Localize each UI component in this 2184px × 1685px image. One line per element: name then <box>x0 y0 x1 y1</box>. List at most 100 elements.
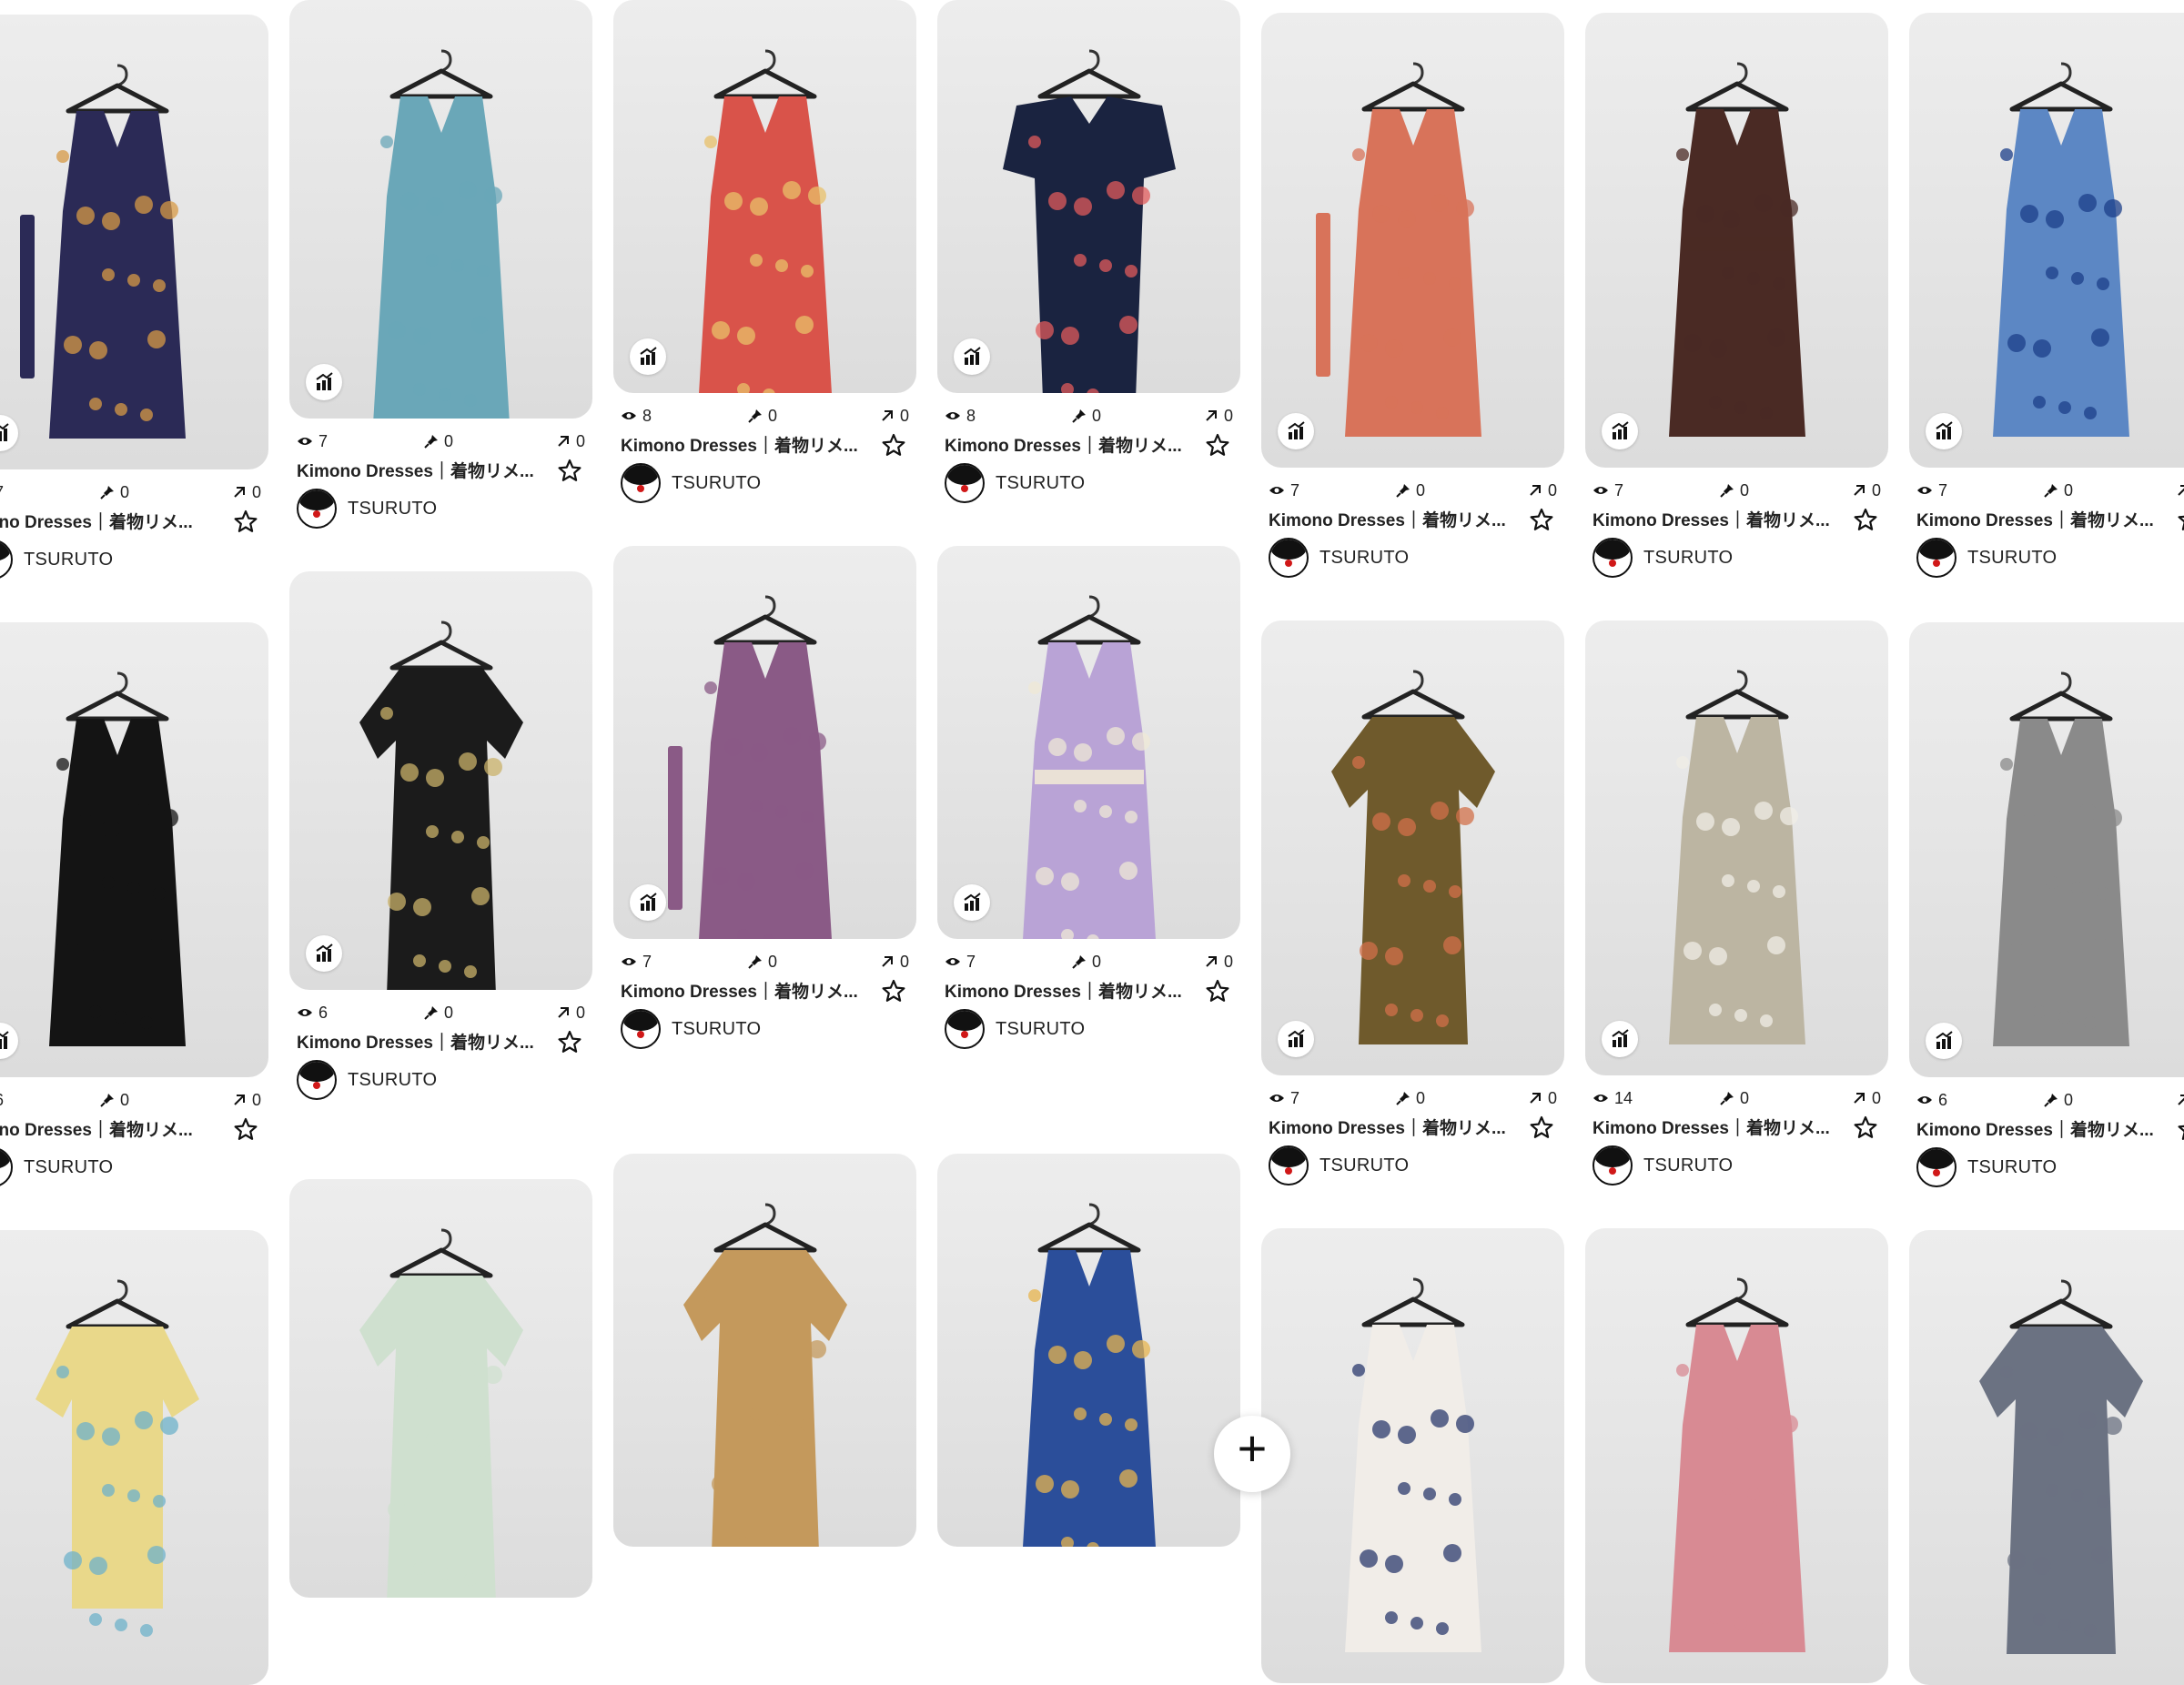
pin-author-row[interactable]: TSURUTO <box>621 462 909 504</box>
pin-image[interactable] <box>1585 621 1888 1075</box>
author-name[interactable]: TSURUTO <box>996 473 1085 494</box>
pin-image[interactable] <box>289 1179 592 1598</box>
pin-image[interactable] <box>1261 1228 1564 1683</box>
author-name[interactable]: TSURUTO <box>24 550 113 570</box>
pin-author-row[interactable]: TSURUTO <box>1592 1145 1881 1186</box>
pin-title[interactable]: Kimono Dresses｜着物リメ... <box>621 432 875 457</box>
avatar[interactable] <box>0 1147 13 1187</box>
pin-author-row[interactable]: TSURUTO <box>1269 1145 1557 1186</box>
star-icon[interactable] <box>882 979 905 1003</box>
avatar[interactable] <box>1916 1147 1956 1187</box>
avatar[interactable] <box>621 463 661 503</box>
pin-author-row[interactable]: TSURUTO <box>1916 1146 2184 1188</box>
pin-stats-button[interactable] <box>954 338 990 375</box>
star-icon[interactable] <box>882 433 905 457</box>
pin-stats-button[interactable] <box>306 935 342 972</box>
pin-image[interactable] <box>937 0 1240 393</box>
pin-stats-button[interactable] <box>1278 413 1314 449</box>
pin-title[interactable]: mono Dresses｜着物リメ... <box>0 1116 228 1141</box>
avatar[interactable] <box>945 1009 985 1049</box>
pin-image[interactable] <box>1261 621 1564 1075</box>
star-icon[interactable] <box>234 1117 258 1141</box>
pin-author-row[interactable]: TSURUTO <box>945 1008 1233 1050</box>
avatar[interactable] <box>1592 1145 1633 1186</box>
pin-stats-button[interactable] <box>0 415 18 451</box>
pin-image[interactable] <box>0 622 268 1077</box>
avatar[interactable] <box>621 1009 661 1049</box>
avatar[interactable] <box>297 489 337 529</box>
pin-author-row[interactable]: TSURUTO <box>297 488 585 530</box>
pin-stats-button[interactable] <box>630 884 666 921</box>
pin-author-row[interactable]: TSURUTO <box>1916 537 2184 579</box>
star-icon[interactable] <box>1530 1115 1553 1139</box>
author-name[interactable]: TSURUTO <box>672 1019 761 1040</box>
author-name[interactable]: TSURUTO <box>996 1019 1085 1040</box>
pin-image[interactable] <box>613 0 916 393</box>
star-icon[interactable] <box>2178 1117 2184 1141</box>
pin-stats-button[interactable] <box>1278 1021 1314 1057</box>
avatar[interactable] <box>0 540 13 580</box>
pin-title[interactable]: Kimono Dresses｜着物リメ... <box>1916 1116 2171 1141</box>
pin-image[interactable] <box>0 1230 268 1685</box>
pin-title[interactable]: Kimono Dresses｜着物リメ... <box>1269 507 1523 531</box>
pin-title[interactable]: Kimono Dresses｜着物リメ... <box>297 1029 551 1054</box>
pin-title[interactable]: Kimono Dresses｜着物リメ... <box>945 978 1199 1003</box>
pin-stats-button[interactable] <box>0 1023 18 1059</box>
pin-image[interactable] <box>0 15 268 469</box>
pin-stats-button[interactable] <box>1926 413 1962 449</box>
pin-image[interactable] <box>937 546 1240 939</box>
avatar[interactable] <box>1269 538 1309 578</box>
pin-image[interactable] <box>937 1154 1240 1547</box>
star-icon[interactable] <box>1206 979 1229 1003</box>
star-icon[interactable] <box>234 510 258 533</box>
author-name[interactable]: TSURUTO <box>672 473 761 494</box>
author-name[interactable]: TSURUTO <box>348 499 437 520</box>
pin-stats-button[interactable] <box>1602 413 1638 449</box>
author-name[interactable]: TSURUTO <box>24 1157 113 1178</box>
pin-author-row[interactable]: TSURUTO <box>945 462 1233 504</box>
avatar[interactable] <box>945 463 985 503</box>
pin-title[interactable]: Kimono Dresses｜着物リメ... <box>1916 507 2171 531</box>
avatar[interactable] <box>1269 1145 1309 1186</box>
pin-title[interactable]: Kimono Dresses｜着物リメ... <box>297 458 551 482</box>
pin-author-row[interactable]: TSURUTO <box>1269 537 1557 579</box>
pin-stats-button[interactable] <box>630 338 666 375</box>
pin-image[interactable] <box>289 0 592 419</box>
pin-author-row[interactable]: TSURUTO <box>621 1008 909 1050</box>
author-name[interactable]: TSURUTO <box>1643 1155 1733 1176</box>
star-icon[interactable] <box>1854 1115 1877 1139</box>
pin-author-row[interactable]: TSURUTO <box>1592 537 1881 579</box>
star-icon[interactable] <box>1206 433 1229 457</box>
star-icon[interactable] <box>1854 508 1877 531</box>
pin-stats-button[interactable] <box>1926 1023 1962 1059</box>
pin-author-row[interactable]: TSURUTO <box>0 1146 261 1188</box>
pin-title[interactable]: Kimono Dresses｜着物リメ... <box>621 978 875 1003</box>
author-name[interactable]: TSURUTO <box>1320 1155 1409 1176</box>
author-name[interactable]: TSURUTO <box>1320 548 1409 569</box>
pin-image[interactable] <box>613 546 916 939</box>
star-icon[interactable] <box>2178 508 2184 531</box>
pin-title[interactable]: mono Dresses｜着物リメ... <box>0 509 228 533</box>
pin-author-row[interactable]: TSURUTO <box>297 1059 585 1101</box>
pin-title[interactable]: Kimono Dresses｜着物リメ... <box>945 432 1199 457</box>
pin-title[interactable]: Kimono Dresses｜着物リメ... <box>1269 1115 1523 1139</box>
author-name[interactable]: TSURUTO <box>348 1070 437 1091</box>
pin-title[interactable]: Kimono Dresses｜着物リメ... <box>1592 1115 1847 1139</box>
pin-stats-button[interactable] <box>954 884 990 921</box>
create-button[interactable]: + <box>1214 1416 1290 1492</box>
pin-image[interactable] <box>289 571 592 990</box>
pin-image[interactable] <box>1585 13 1888 468</box>
pin-stats-button[interactable] <box>1602 1021 1638 1057</box>
pin-stats-button[interactable] <box>306 364 342 400</box>
pin-title[interactable]: Kimono Dresses｜着物リメ... <box>1592 507 1847 531</box>
star-icon[interactable] <box>558 459 581 482</box>
pin-image[interactable] <box>1585 1228 1888 1683</box>
pin-image[interactable] <box>1909 1230 2184 1685</box>
pin-image[interactable] <box>1909 13 2184 468</box>
star-icon[interactable] <box>1530 508 1553 531</box>
author-name[interactable]: TSURUTO <box>1967 548 2057 569</box>
pin-image[interactable] <box>1909 622 2184 1077</box>
pin-image[interactable] <box>613 1154 916 1547</box>
author-name[interactable]: TSURUTO <box>1967 1157 2057 1178</box>
avatar[interactable] <box>1916 538 1956 578</box>
